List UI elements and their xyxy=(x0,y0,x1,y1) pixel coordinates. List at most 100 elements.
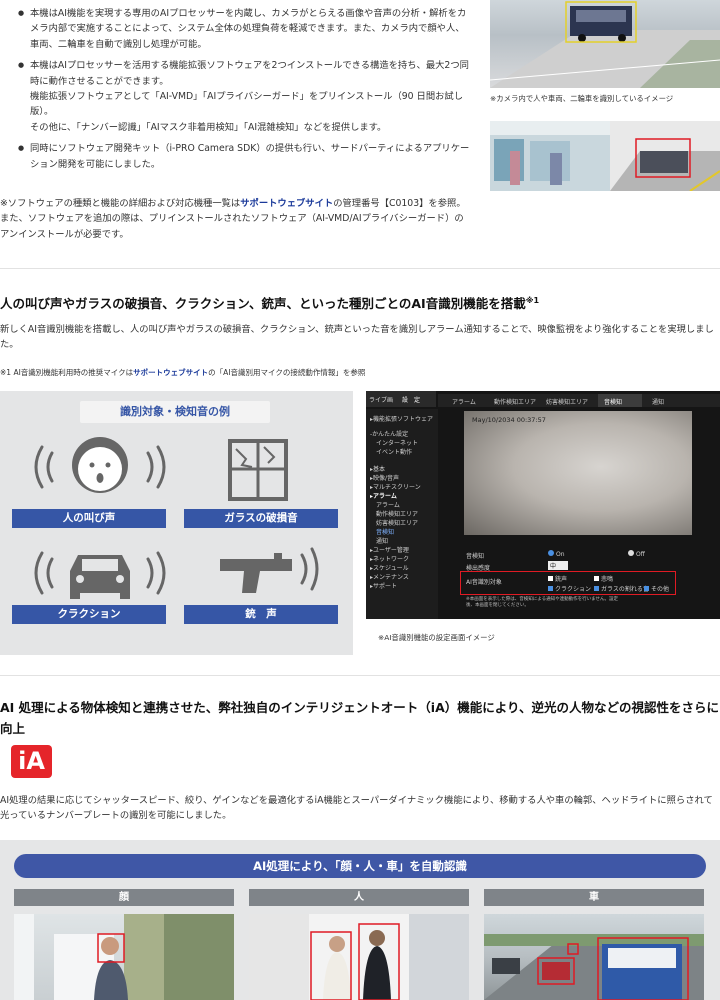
top-tab-bar: ライブ画 設 定 xyxy=(366,391,436,407)
support-website-link[interactable]: サポートウェブサイト xyxy=(240,198,333,209)
bullet-text-extra: 機能拡張ソフトウェアとして「AI-VMD」「AIプライバシーガード」をプリインス… xyxy=(30,91,464,118)
subtab-alarm[interactable]: アラーム xyxy=(452,397,476,406)
label-horn: クラクション xyxy=(12,605,166,624)
note-prefix: ※ソフトウェアの種類と機能の詳細および対応機種一覧は xyxy=(0,198,241,209)
store-detection-illustration xyxy=(490,121,720,191)
sidebar-internet[interactable]: インターネット xyxy=(366,439,438,448)
checkbox-scream[interactable]: 悲鳴 xyxy=(594,574,613,583)
settings-sidebar: ▸機能拡張ソフトウェア -かんたん設定 インターネット イベント動作 ▸基本 ▸… xyxy=(366,409,438,619)
subtab-sound[interactable]: 音検知 xyxy=(598,394,642,407)
footnote-suffix: の「AI音識別用マイクの接続動作情報」を参照 xyxy=(208,368,366,377)
person-detection-illustration xyxy=(249,914,469,1000)
vehicle-detection-illustration xyxy=(484,934,704,1000)
vehicle-detection-photo xyxy=(484,914,704,1000)
col-face-header: 顔 xyxy=(14,889,234,906)
sidebar-sound-detect[interactable]: 音検知 xyxy=(366,528,438,537)
camera-preview: May/10/2034 00:37:57 xyxy=(464,411,692,535)
section-divider-2 xyxy=(0,675,720,676)
ai-recognition-panel: AI処理により、「顔・人・車」を自動認識 顔 人 車 xyxy=(0,840,720,1000)
opt-glass-label: ガラスの割れる音 xyxy=(601,586,649,593)
street-detection-photo xyxy=(490,0,720,88)
footnote-support-link[interactable]: サポートウェブサイト xyxy=(133,368,208,377)
ia-section-body: AI処理の結果に応じてシャッタースピード、絞り、ゲインなどを最適化するiA機能と… xyxy=(0,795,713,822)
sidebar-user-mgmt[interactable]: ▸ユーザー管理 xyxy=(366,546,438,555)
sidebar-multiscreen[interactable]: ▸マルチスクリーン xyxy=(366,483,438,492)
sub-tab-bar: アラーム 動作検知エリア 妨害検知エリア 音検知 通知 xyxy=(438,394,720,407)
radio-off-label: Off xyxy=(636,551,645,558)
tab-live[interactable]: ライブ画 xyxy=(369,395,393,404)
label-glass-break: ガラスの破損音 xyxy=(184,509,338,528)
settings-form: 音検知 On Off 検出感度 中 AI音識別対象 銃声 悲鳴 クラクション ガ… xyxy=(460,549,694,611)
ia-section-heading: AI 処理による物体検知と連携させた、弊社独自のインテリジェントオート（iA）機… xyxy=(0,700,720,736)
bullet-sdk: 同時にソフトウェア開発キット（i-PRO Camera SDK）の提供も行い、サ… xyxy=(18,141,473,172)
sound-examples-panel: 識別対象・検知音の例 人の叫び声 ガラスの破損音 クラクション 銃 声 xyxy=(0,391,353,655)
radio-on-label: On xyxy=(556,551,565,558)
opt-other-label: その他 xyxy=(651,586,670,593)
sidebar-ext-software[interactable]: ▸機能拡張ソフトウェア xyxy=(366,415,438,424)
label-scream: 人の叫び声 xyxy=(12,509,166,528)
feature-bullet-list: 本機はAI機能を実現する専用のAIプロセッサーを内蔵し、カメラがとらえる画像や音… xyxy=(18,6,473,178)
section-divider-1 xyxy=(0,268,720,269)
settings-warning: ※本画面を表示した際は、音検知による通知や連動動作を行いません。設定後、本画面を… xyxy=(466,597,618,608)
broken-glass-icon xyxy=(228,439,288,501)
bullet-extension-software: 本機はAIプロセッサーを活用する機能拡張ソフトウェアを2つインストールできる構造… xyxy=(18,58,473,135)
audio-heading-sup: ※1 xyxy=(525,296,540,305)
sidebar-motion-area[interactable]: 動作検知エリア xyxy=(366,510,438,519)
store-detection-photo xyxy=(490,121,720,191)
footnote-prefix: ※1 AI音識別機能利用時の推奨マイクは xyxy=(0,368,134,377)
audio-section-body: 新しくAI音識別機能を搭載し、人の叫び声やガラスの破損音、クラクション、銃声とい… xyxy=(0,324,714,351)
subtab-motion[interactable]: 動作検知エリア xyxy=(494,397,536,406)
car-horn-icon xyxy=(34,551,166,599)
radio-on-icon[interactable] xyxy=(548,550,554,556)
label-ai-sound-target: AI音識別対象 xyxy=(466,579,502,586)
bullet-text: 本機はAIプロセッサーを活用する機能拡張ソフトウェアを2つインストールできる構造… xyxy=(30,60,469,87)
ai-sound-settings-screen: ライブ画 設 定 アラーム 動作検知エリア 妨害検知エリア 音検知 通知 ▸機能… xyxy=(366,391,720,619)
sidebar-alarm[interactable]: ▸アラーム xyxy=(366,492,438,501)
sidebar-maintenance[interactable]: ▸メンテナンス xyxy=(366,573,438,582)
street-detection-illustration xyxy=(490,1,720,88)
ia-logo: iA xyxy=(11,745,52,778)
settings-screen-caption: ※AI音識別機能の設定画面イメージ xyxy=(378,633,495,642)
sidebar-notify[interactable]: 通知 xyxy=(366,537,438,546)
col-person-header: 人 xyxy=(249,889,469,906)
audio-footnote: ※1 AI音識別機能利用時の推奨マイクはサポートウェブサイトの「AI音識別用マイ… xyxy=(0,367,365,378)
label-gunshot: 銃 声 xyxy=(184,605,338,624)
sidebar-basic[interactable]: ▸基本 xyxy=(366,465,438,474)
tab-settings[interactable]: 設 定 xyxy=(402,395,420,404)
checkbox-horn[interactable]: クラクション xyxy=(548,584,591,593)
sidebar-tamper-area[interactable]: 妨害検知エリア xyxy=(366,519,438,528)
preview-timestamp: May/10/2034 00:37:57 xyxy=(472,416,546,424)
checkbox-icon xyxy=(548,576,553,581)
sidebar-schedule[interactable]: ▸スケジュール xyxy=(366,564,438,573)
sidebar-alarm-sub[interactable]: アラーム xyxy=(366,501,438,510)
audio-heading-text: 人の叫び声やガラスの破損音、クラクション、銃声、といった種別ごとのAI音識別機能… xyxy=(0,296,526,312)
bullet-text-extra2: その他に、「ナンバー認識」「AIマスク非着用検知」「AI混雑検知」などを提供しま… xyxy=(30,121,387,133)
subtab-tamper[interactable]: 妨害検知エリア xyxy=(546,397,588,406)
checkbox-other[interactable]: その他 xyxy=(644,584,669,593)
sidebar-event-action[interactable]: イベント動作 xyxy=(366,448,438,457)
col-car-header: 車 xyxy=(484,889,704,906)
photo-caption: ※カメラ内で人や車両、二輪車を識別しているイメージ xyxy=(490,94,674,103)
gunshot-icon xyxy=(220,547,319,593)
subtab-notify[interactable]: 通知 xyxy=(652,397,664,406)
checkbox-checked-icon xyxy=(594,586,599,591)
checkbox-checked-icon xyxy=(644,586,649,591)
sidebar-support[interactable]: ▸サポート xyxy=(366,582,438,591)
checkbox-glass[interactable]: ガラスの割れる音 xyxy=(594,584,649,593)
radio-off-icon[interactable] xyxy=(628,550,634,556)
bullet-ai-processor: 本機はAI機能を実現する専用のAIプロセッサーを内蔵し、カメラがとらえる画像や音… xyxy=(18,6,473,52)
sidebar-network[interactable]: ▸ネットワーク xyxy=(366,555,438,564)
checkbox-checked-icon xyxy=(548,586,553,591)
sidebar-easy-setup[interactable]: -かんたん設定 xyxy=(366,430,438,439)
sensitivity-select[interactable]: 中 xyxy=(548,561,568,570)
label-sound-detect: 音検知 xyxy=(466,553,485,560)
person-detection-photo xyxy=(249,914,469,1000)
checkbox-icon xyxy=(594,576,599,581)
audio-section-heading: 人の叫び声やガラスの破損音、クラクション、銃声、といった種別ごとのAI音識別機能… xyxy=(0,290,720,314)
face-detection-photo xyxy=(14,914,234,1000)
opt-horn-label: クラクション xyxy=(555,586,592,593)
ai-recognition-banner: AI処理により、「顔・人・車」を自動認識 xyxy=(14,854,706,878)
checkbox-gunshot[interactable]: 銃声 xyxy=(548,574,567,583)
scream-face-icon xyxy=(34,437,166,493)
sidebar-video-audio[interactable]: ▸映像/音声 xyxy=(366,474,438,483)
